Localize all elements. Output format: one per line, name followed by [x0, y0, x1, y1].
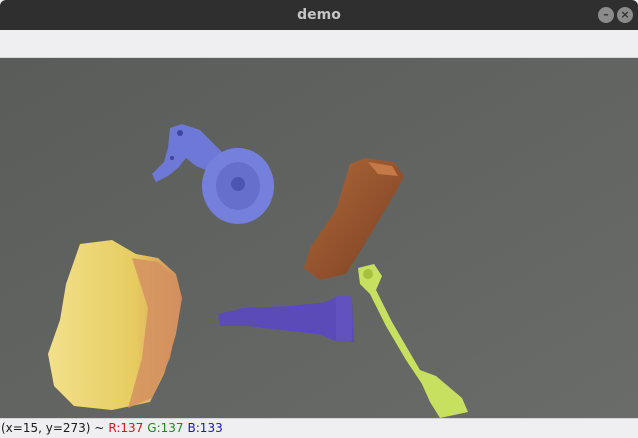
minimize-button[interactable]: –	[598, 7, 614, 23]
toolbar	[0, 30, 638, 58]
green-value: G:137	[147, 421, 184, 435]
cursor-coordinates: (x=15, y=273) ~	[1, 421, 105, 435]
blue-value: B:133	[187, 421, 223, 435]
close-button[interactable]: ×	[617, 7, 633, 23]
minimize-icon: –	[603, 8, 609, 21]
scene-image	[0, 58, 638, 418]
window-title: demo	[297, 7, 341, 23]
red-value: R:137	[108, 421, 144, 435]
close-icon: ×	[620, 8, 630, 21]
image-canvas[interactable]	[0, 58, 638, 418]
app-window: demo – × (x=15, y=273) ~ R:137 G:137 B:1…	[0, 0, 638, 438]
title-bar[interactable]: demo – ×	[0, 0, 638, 30]
status-bar: (x=15, y=273) ~ R:137 G:137 B:133	[0, 418, 638, 438]
